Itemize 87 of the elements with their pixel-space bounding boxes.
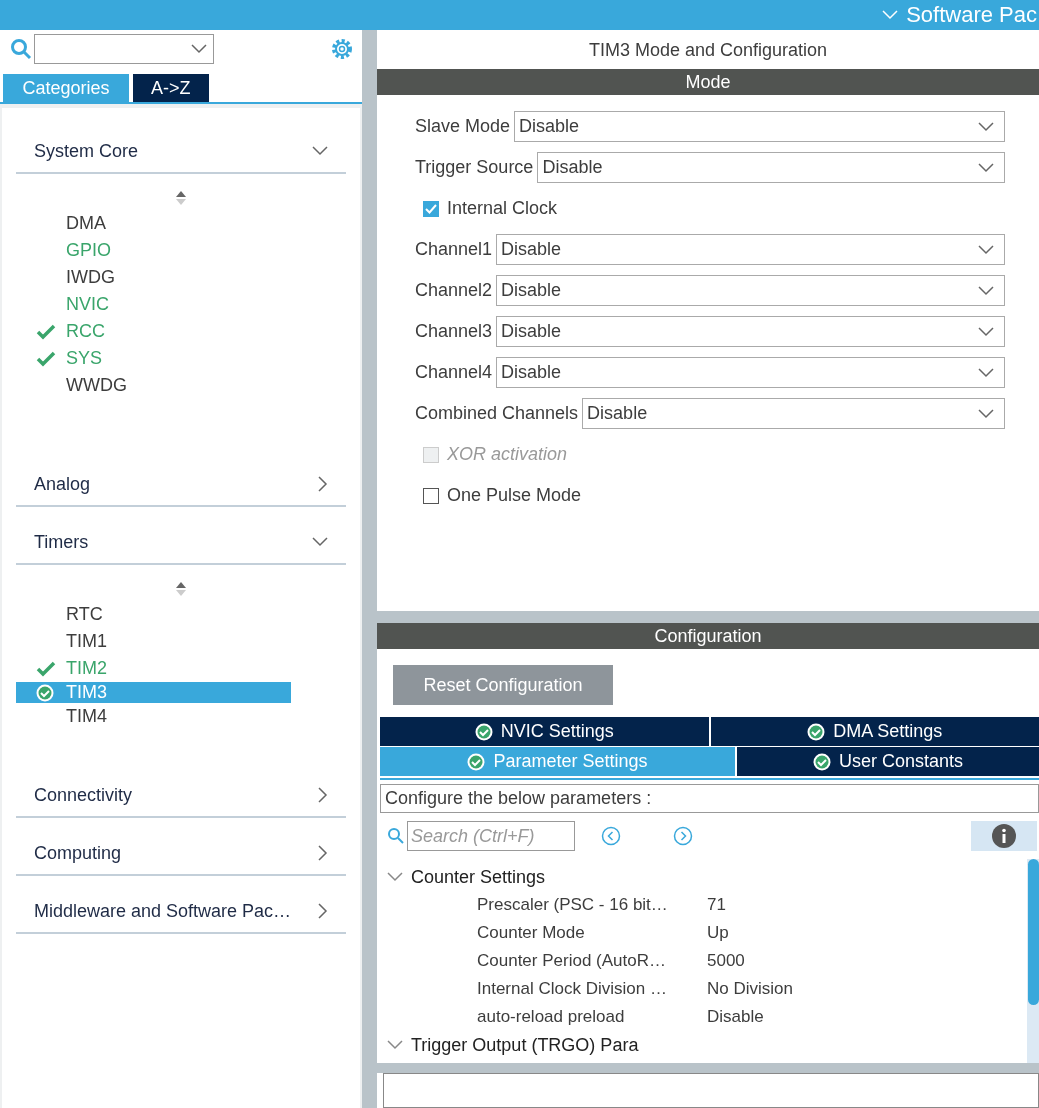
sidebar-tab[interactable]: A->Z (133, 74, 209, 102)
search-field[interactable]: Search (Ctrl+F) (407, 821, 575, 851)
peripheral-item[interactable]: IWDG (16, 264, 291, 291)
select-field[interactable]: Disable (582, 398, 1005, 429)
field-label: Channel1 (415, 239, 493, 260)
peripheral-item[interactable]: DMA (16, 210, 291, 237)
checkbox-label: Internal Clock (447, 198, 558, 219)
category-header[interactable]: Connectivity (16, 774, 346, 818)
parameter-name: Internal Clock Division … (476, 979, 668, 999)
next-icon[interactable] (673, 826, 693, 846)
configuration-header: Configuration (377, 623, 1039, 649)
field-label: Channel2 (415, 280, 493, 301)
chevron-down-icon[interactable] (387, 872, 403, 882)
category-header[interactable]: Analog (16, 463, 346, 507)
scroll-arrows-icon[interactable] (175, 190, 187, 206)
category-header[interactable]: System Core (16, 130, 346, 174)
settings-icon[interactable] (330, 37, 354, 61)
check-circle-icon (36, 683, 54, 702)
check-circle-icon (807, 722, 826, 741)
peripheral-item[interactable]: RTC (16, 601, 291, 628)
parameter-value[interactable]: Disable (707, 1007, 764, 1027)
mode-header: Mode (377, 69, 1039, 95)
parameter-value[interactable]: Up (707, 923, 729, 943)
search-icon[interactable] (387, 827, 405, 845)
chevron-down-icon[interactable] (978, 244, 994, 255)
parameter-value[interactable]: No Division (707, 979, 793, 999)
info-button[interactable] (971, 821, 1037, 851)
search-combo[interactable] (34, 34, 214, 64)
category-header[interactable]: Timers (16, 521, 346, 565)
select-field[interactable]: Disable (496, 357, 1005, 388)
chevron-down-icon[interactable] (978, 367, 994, 378)
panel-title: TIM3 Mode and Configuration (587, 39, 829, 62)
category-header[interactable]: Middleware and Software Pac… (16, 890, 346, 934)
checkbox-label: One Pulse Mode (447, 485, 582, 506)
parameter-value[interactable]: 71 (707, 895, 726, 915)
config-tab[interactable]: NVIC Settings (380, 717, 709, 746)
chevron-down-icon[interactable] (312, 146, 328, 156)
chevron-right-icon[interactable] (318, 787, 328, 803)
chevron-down-icon[interactable] (191, 44, 207, 54)
select-field[interactable]: Disable (514, 111, 1005, 142)
check-circle-icon (474, 722, 493, 741)
chevron-right-icon[interactable] (318, 845, 328, 861)
config-tab[interactable]: DMA Settings (710, 717, 1039, 746)
previous-icon[interactable] (601, 826, 621, 846)
check-circle-icon (812, 752, 831, 771)
search-icon[interactable] (10, 38, 32, 60)
config-tab[interactable]: User Constants (737, 747, 1039, 776)
field-label: Slave Mode (415, 116, 511, 137)
peripheral-item[interactable]: TIM1 (16, 628, 291, 655)
select-field[interactable]: Disable (496, 316, 1005, 347)
chevron-down-icon[interactable] (978, 162, 994, 173)
chevron-right-icon[interactable] (318, 903, 328, 919)
check-icon (36, 350, 56, 367)
chevron-down-icon[interactable] (978, 121, 994, 132)
category-header[interactable]: Computing (16, 832, 346, 876)
select-field[interactable]: Disable (496, 275, 1005, 306)
peripheral-item[interactable]: WWDG (16, 372, 291, 399)
parameter-name: auto-reload preload (476, 1007, 626, 1027)
select-field[interactable]: Disable (537, 152, 1005, 183)
parameter-group[interactable]: Trigger Output (TRGO) Para (387, 1031, 1027, 1059)
peripheral-item[interactable]: TIM4 (16, 703, 291, 730)
checkbox[interactable] (423, 200, 439, 217)
field-label: Trigger Source (415, 157, 534, 178)
parameter-name: Prescaler (PSC - 16 bit… (476, 895, 669, 915)
parameter-value[interactable]: 5000 (707, 951, 745, 971)
checkbox-label: XOR activation (447, 444, 568, 465)
parameter-name: Counter Period (AutoR… (476, 951, 667, 971)
check-circle-icon (467, 752, 486, 771)
checkbox[interactable] (423, 487, 439, 504)
field-label: Combined Channels (415, 403, 579, 424)
chevron-down-icon[interactable] (978, 285, 994, 296)
hint-text: Configure the below parameters : (380, 784, 1039, 813)
check-icon (36, 660, 56, 677)
field-label: Channel4 (415, 362, 493, 383)
chevron-down-icon[interactable] (978, 408, 994, 419)
scroll-arrows-icon[interactable] (175, 581, 187, 597)
parameter-group[interactable]: Counter Settings (387, 863, 1027, 891)
scrollbar-thumb[interactable] (1028, 859, 1039, 1005)
field-label: Channel3 (415, 321, 493, 342)
select-field[interactable]: Disable (496, 234, 1005, 265)
chevron-down-icon[interactable] (312, 537, 328, 547)
check-icon (36, 323, 56, 340)
chevron-down-icon[interactable] (387, 1040, 403, 1050)
chevron-right-icon[interactable] (318, 476, 328, 492)
chevron-down-icon[interactable] (978, 326, 994, 337)
info-icon (992, 824, 1016, 848)
parameter-name: Counter Mode (476, 923, 586, 943)
